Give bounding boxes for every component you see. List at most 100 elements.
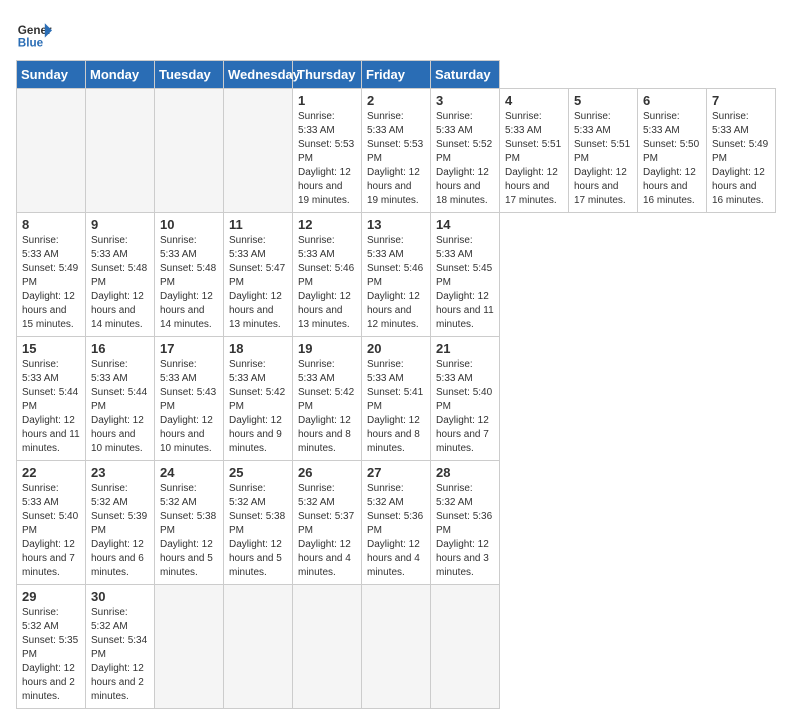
calendar-cell: 16 Sunrise: 5:33 AMSunset: 5:44 PMDaylig… [86,337,155,461]
day-header-sunday: Sunday [17,61,86,89]
calendar-cell: 1 Sunrise: 5:33 AMSunset: 5:53 PMDayligh… [293,89,362,213]
calendar-week-1: 1 Sunrise: 5:33 AMSunset: 5:53 PMDayligh… [17,89,776,213]
day-number: 29 [22,589,80,604]
calendar-cell: 17 Sunrise: 5:33 AMSunset: 5:43 PMDaylig… [155,337,224,461]
cell-content: Sunrise: 5:33 AMSunset: 5:51 PMDaylight:… [505,111,561,206]
svg-text:Blue: Blue [18,37,44,50]
day-number: 5 [574,93,632,108]
cell-content: Sunrise: 5:32 AMSunset: 5:34 PMDaylight:… [91,607,147,702]
cell-content: Sunrise: 5:32 AMSunset: 5:36 PMDaylight:… [367,483,423,578]
calendar-cell: 22 Sunrise: 5:33 AMSunset: 5:40 PMDaylig… [17,461,86,585]
day-header-monday: Monday [86,61,155,89]
calendar-cell: 25 Sunrise: 5:32 AMSunset: 5:38 PMDaylig… [224,461,293,585]
day-number: 6 [643,93,701,108]
day-number: 7 [712,93,770,108]
calendar-week-2: 8 Sunrise: 5:33 AMSunset: 5:49 PMDayligh… [17,213,776,337]
calendar-header-row: SundayMondayTuesdayWednesdayThursdayFrid… [17,61,776,89]
calendar-week-4: 22 Sunrise: 5:33 AMSunset: 5:40 PMDaylig… [17,461,776,585]
day-number: 13 [367,217,425,232]
calendar-cell: 27 Sunrise: 5:32 AMSunset: 5:36 PMDaylig… [362,461,431,585]
day-number: 10 [160,217,218,232]
calendar-cell: 13 Sunrise: 5:33 AMSunset: 5:46 PMDaylig… [362,213,431,337]
day-header-tuesday: Tuesday [155,61,224,89]
day-number: 14 [436,217,494,232]
calendar-cell: 11 Sunrise: 5:33 AMSunset: 5:47 PMDaylig… [224,213,293,337]
calendar-cell: 3 Sunrise: 5:33 AMSunset: 5:52 PMDayligh… [431,89,500,213]
cell-content: Sunrise: 5:33 AMSunset: 5:45 PMDaylight:… [436,235,494,330]
calendar-cell [86,89,155,213]
cell-content: Sunrise: 5:33 AMSunset: 5:53 PMDaylight:… [298,111,354,206]
day-number: 26 [298,465,356,480]
cell-content: Sunrise: 5:33 AMSunset: 5:48 PMDaylight:… [160,235,216,330]
day-number: 18 [229,341,287,356]
day-header-wednesday: Wednesday [224,61,293,89]
cell-content: Sunrise: 5:33 AMSunset: 5:47 PMDaylight:… [229,235,285,330]
cell-content: Sunrise: 5:33 AMSunset: 5:52 PMDaylight:… [436,111,492,206]
calendar-cell: 15 Sunrise: 5:33 AMSunset: 5:44 PMDaylig… [17,337,86,461]
cell-content: Sunrise: 5:33 AMSunset: 5:44 PMDaylight:… [91,359,147,454]
calendar-cell: 24 Sunrise: 5:32 AMSunset: 5:38 PMDaylig… [155,461,224,585]
cell-content: Sunrise: 5:33 AMSunset: 5:51 PMDaylight:… [574,111,630,206]
calendar-cell: 2 Sunrise: 5:33 AMSunset: 5:53 PMDayligh… [362,89,431,213]
day-number: 28 [436,465,494,480]
logo: General Blue [16,16,52,52]
calendar-cell: 20 Sunrise: 5:33 AMSunset: 5:41 PMDaylig… [362,337,431,461]
calendar-cell [293,585,362,709]
calendar-cell: 14 Sunrise: 5:33 AMSunset: 5:45 PMDaylig… [431,213,500,337]
calendar-body: 1 Sunrise: 5:33 AMSunset: 5:53 PMDayligh… [17,89,776,709]
calendar-cell: 18 Sunrise: 5:33 AMSunset: 5:42 PMDaylig… [224,337,293,461]
cell-content: Sunrise: 5:33 AMSunset: 5:49 PMDaylight:… [712,111,768,206]
calendar-cell: 5 Sunrise: 5:33 AMSunset: 5:51 PMDayligh… [569,89,638,213]
calendar-cell [362,585,431,709]
cell-content: Sunrise: 5:33 AMSunset: 5:41 PMDaylight:… [367,359,423,454]
day-number: 9 [91,217,149,232]
day-number: 30 [91,589,149,604]
day-number: 19 [298,341,356,356]
calendar-cell: 10 Sunrise: 5:33 AMSunset: 5:48 PMDaylig… [155,213,224,337]
cell-content: Sunrise: 5:33 AMSunset: 5:40 PMDaylight:… [22,483,78,578]
cell-content: Sunrise: 5:33 AMSunset: 5:40 PMDaylight:… [436,359,492,454]
calendar-cell [224,585,293,709]
calendar-cell: 21 Sunrise: 5:33 AMSunset: 5:40 PMDaylig… [431,337,500,461]
calendar-cell: 28 Sunrise: 5:32 AMSunset: 5:36 PMDaylig… [431,461,500,585]
logo-icon: General Blue [16,16,52,52]
calendar-cell: 8 Sunrise: 5:33 AMSunset: 5:49 PMDayligh… [17,213,86,337]
cell-content: Sunrise: 5:33 AMSunset: 5:49 PMDaylight:… [22,235,78,330]
cell-content: Sunrise: 5:33 AMSunset: 5:46 PMDaylight:… [298,235,354,330]
cell-content: Sunrise: 5:32 AMSunset: 5:37 PMDaylight:… [298,483,354,578]
page-header: General Blue [16,16,776,52]
day-number: 27 [367,465,425,480]
day-number: 22 [22,465,80,480]
calendar-cell [155,89,224,213]
calendar-cell: 26 Sunrise: 5:32 AMSunset: 5:37 PMDaylig… [293,461,362,585]
cell-content: Sunrise: 5:32 AMSunset: 5:35 PMDaylight:… [22,607,78,702]
day-number: 11 [229,217,287,232]
day-number: 8 [22,217,80,232]
day-number: 3 [436,93,494,108]
cell-content: Sunrise: 5:33 AMSunset: 5:48 PMDaylight:… [91,235,147,330]
cell-content: Sunrise: 5:32 AMSunset: 5:38 PMDaylight:… [160,483,216,578]
day-number: 2 [367,93,425,108]
cell-content: Sunrise: 5:33 AMSunset: 5:44 PMDaylight:… [22,359,80,454]
calendar-cell: 23 Sunrise: 5:32 AMSunset: 5:39 PMDaylig… [86,461,155,585]
day-header-thursday: Thursday [293,61,362,89]
calendar-week-3: 15 Sunrise: 5:33 AMSunset: 5:44 PMDaylig… [17,337,776,461]
calendar-cell [17,89,86,213]
cell-content: Sunrise: 5:33 AMSunset: 5:43 PMDaylight:… [160,359,216,454]
calendar-cell: 7 Sunrise: 5:33 AMSunset: 5:49 PMDayligh… [707,89,776,213]
calendar-cell: 6 Sunrise: 5:33 AMSunset: 5:50 PMDayligh… [638,89,707,213]
day-number: 16 [91,341,149,356]
calendar-cell [155,585,224,709]
cell-content: Sunrise: 5:33 AMSunset: 5:53 PMDaylight:… [367,111,423,206]
cell-content: Sunrise: 5:33 AMSunset: 5:46 PMDaylight:… [367,235,423,330]
cell-content: Sunrise: 5:32 AMSunset: 5:39 PMDaylight:… [91,483,147,578]
cell-content: Sunrise: 5:33 AMSunset: 5:50 PMDaylight:… [643,111,699,206]
day-number: 25 [229,465,287,480]
calendar-cell: 12 Sunrise: 5:33 AMSunset: 5:46 PMDaylig… [293,213,362,337]
calendar-cell: 30 Sunrise: 5:32 AMSunset: 5:34 PMDaylig… [86,585,155,709]
cell-content: Sunrise: 5:32 AMSunset: 5:38 PMDaylight:… [229,483,285,578]
day-number: 23 [91,465,149,480]
calendar-cell: 29 Sunrise: 5:32 AMSunset: 5:35 PMDaylig… [17,585,86,709]
day-number: 1 [298,93,356,108]
day-number: 21 [436,341,494,356]
